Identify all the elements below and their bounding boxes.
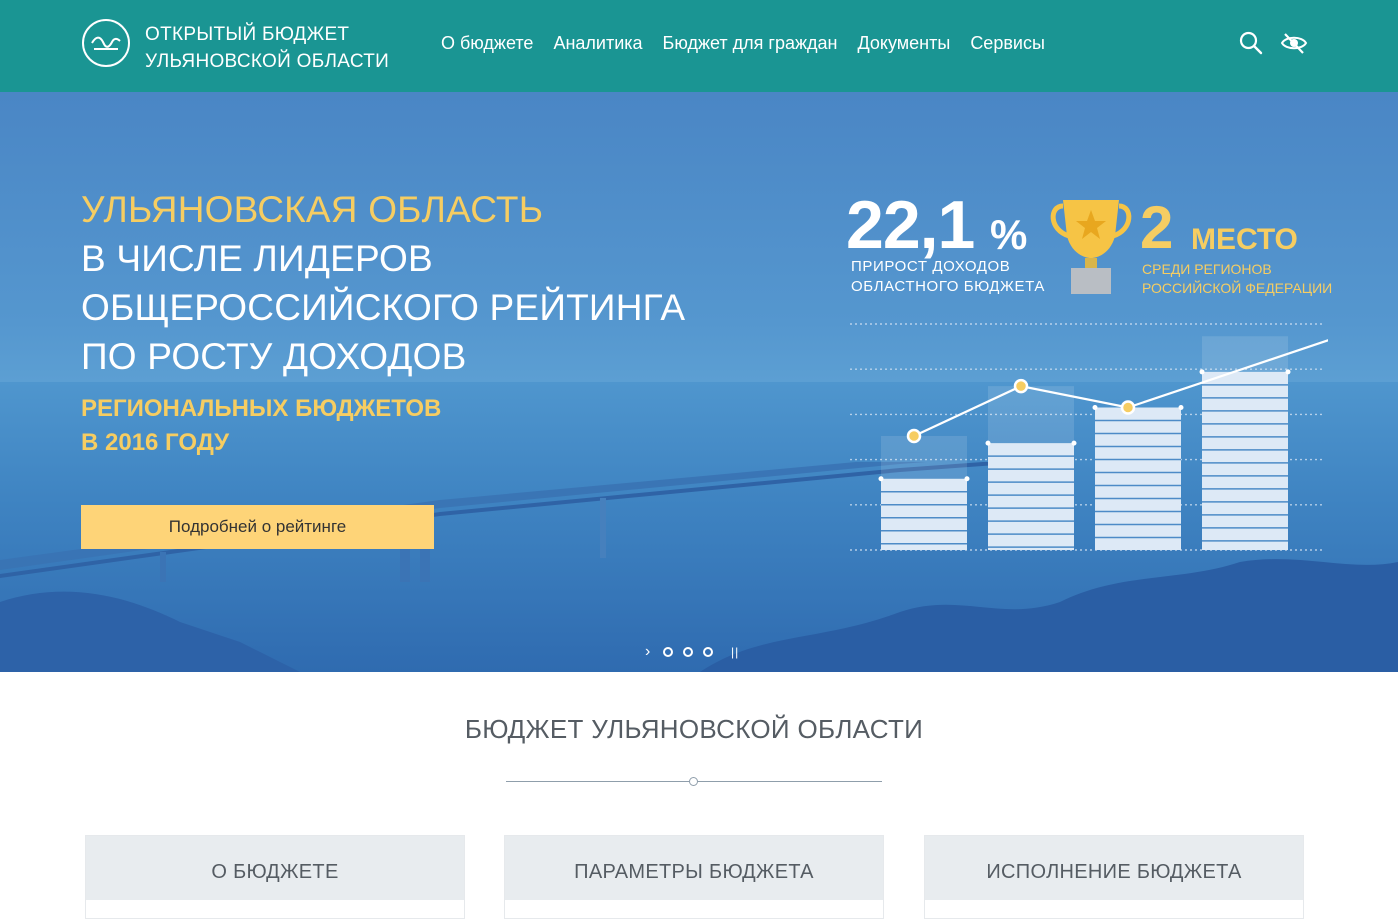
chart-bar-corner	[1178, 405, 1184, 410]
slider-dot-3[interactable]	[703, 647, 713, 657]
growth-chart	[850, 323, 1328, 551]
chart-bar-corner	[878, 476, 884, 482]
chart-trend-point	[1013, 378, 1029, 394]
card-budget-execution[interactable]: Исполнение бюджета	[924, 835, 1304, 919]
section-title: Бюджет Ульяновской области	[464, 714, 924, 744]
chart-bar	[1095, 407, 1181, 550]
nav-budget-for-citizens[interactable]: Бюджет для граждан	[663, 31, 838, 55]
card-about-budget[interactable]: О бюджете	[85, 835, 465, 919]
main-nav: О бюджете Аналитика Бюджет для граждан Д…	[441, 31, 1065, 55]
hero-heading-line1: Ульяновская область	[81, 189, 544, 230]
card-budget-parameters-title: Параметры бюджета	[505, 836, 883, 900]
chart-trend-point	[1120, 400, 1136, 415]
growth-stat-unit: %	[990, 211, 1028, 258]
site-title-line2: Ульяновской области	[145, 51, 390, 72]
hero-subheading-line1: Региональных бюджетов	[81, 395, 442, 422]
growth-stat-caption1: ПРИРОСТ ДОХОДОВ	[851, 258, 1011, 275]
rank-caption1: СРЕДИ РЕГИОНОВ	[1142, 261, 1272, 277]
nav-services[interactable]: Сервисы	[970, 31, 1045, 55]
slider-dot-2[interactable]	[683, 647, 693, 657]
site-title[interactable]: Открытый бюджет Ульяновской области	[145, 21, 389, 75]
nav-documents[interactable]: Документы	[858, 31, 951, 55]
hero-heading-line2: в числе лидеров	[81, 238, 433, 279]
rank-word: МЕСТО	[1191, 223, 1298, 256]
chart-bar-corner	[964, 476, 970, 482]
chart-bar-corner	[1199, 369, 1205, 375]
eye-accessibility-icon[interactable]	[1280, 30, 1308, 56]
nav-analytics[interactable]: Аналитика	[553, 31, 642, 55]
chart-bar-corner	[985, 440, 991, 446]
hero-slider: Ульяновская область в числе лидеров обще…	[0, 92, 1398, 672]
chart-bar	[881, 478, 967, 550]
site-title-line1: Открытый бюджет	[145, 24, 350, 45]
card-budget-parameters[interactable]: Параметры бюджета	[504, 835, 884, 919]
slider-controls: › ||	[645, 643, 739, 661]
chart-bar	[1202, 371, 1288, 550]
slider-pause-icon[interactable]: ||	[731, 645, 739, 659]
nav-about-budget[interactable]: О бюджете	[441, 31, 533, 55]
chart-bar-shadow	[1202, 336, 1288, 372]
slider-next-arrow-icon[interactable]: ›	[645, 643, 663, 661]
chart-bar-shadow	[881, 436, 967, 479]
logo-icon[interactable]	[82, 19, 130, 67]
chart-bar-corner	[1092, 405, 1098, 410]
growth-stat-value: 22,1	[846, 187, 975, 263]
chart-bar-corner	[1285, 369, 1291, 375]
card-about-budget-title: О бюджете	[86, 836, 464, 900]
rank-number: 2	[1140, 194, 1174, 261]
rating-details-button[interactable]: Подробней о рейтинге	[81, 505, 434, 549]
hero-heading-line4: по росту доходов	[81, 336, 467, 377]
chart-bar-corner	[1071, 440, 1077, 446]
growth-stat-caption2: ОБЛАСТНОГО БЮДЖЕТА	[851, 278, 1045, 295]
hero-subheading-line2: в 2016 году	[81, 429, 230, 456]
site-header: Открытый бюджет Ульяновской области О бю…	[0, 0, 1398, 92]
slider-dot-1[interactable]	[663, 647, 673, 657]
rank-caption2: РОССИЙСКОЙ ФЕДЕРАЦИИ	[1142, 280, 1333, 296]
search-icon[interactable]	[1238, 30, 1264, 56]
card-budget-execution-title: Исполнение бюджета	[925, 836, 1303, 900]
section-divider-dot	[689, 777, 698, 786]
trophy-icon	[1050, 200, 1132, 294]
chart-trend-point	[906, 428, 922, 444]
hero-heading-line3: общероссийского рейтинга	[81, 287, 686, 328]
